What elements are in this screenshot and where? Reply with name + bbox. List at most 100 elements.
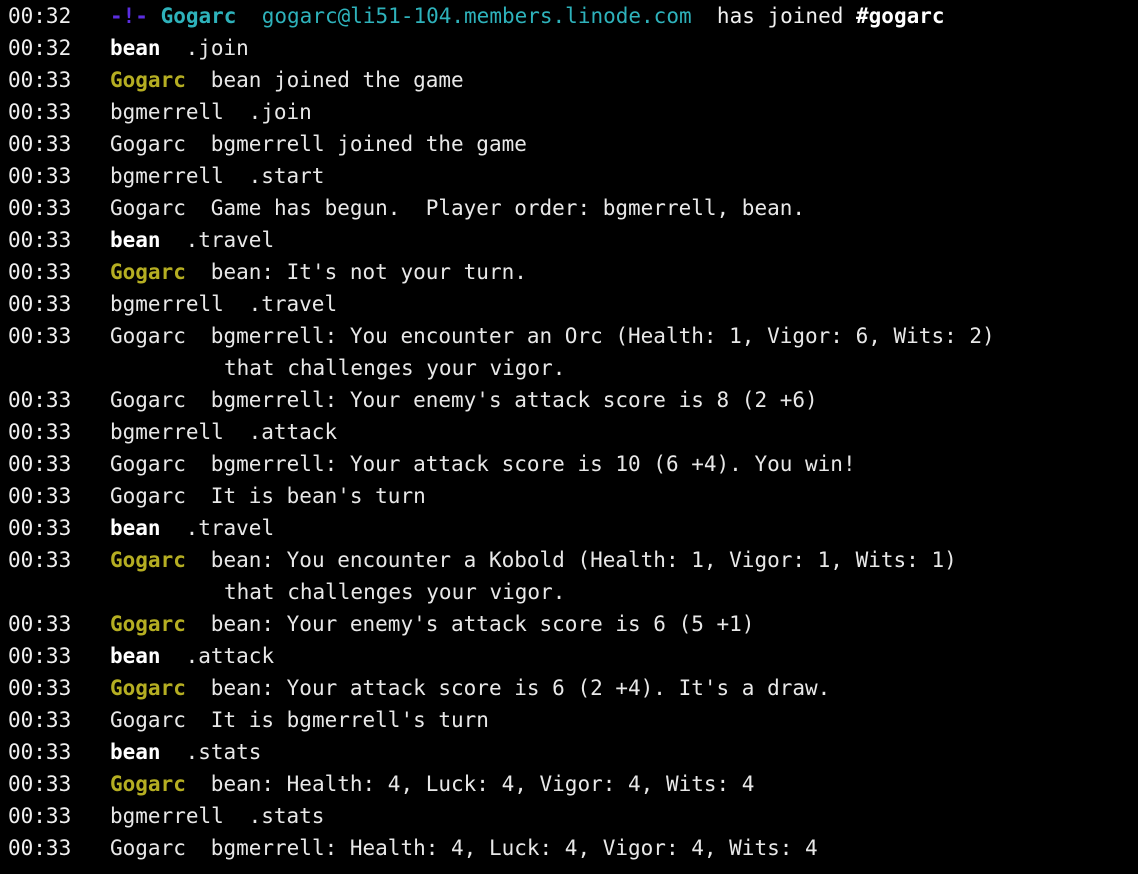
irc-chat-log[interactable]: 00:32 -!- Gogarc gogarc@li51-104.members.… bbox=[0, 0, 1138, 874]
chat-message-line: 00:33 Gogarc bean joined the game bbox=[0, 64, 1138, 96]
line-timestamp: 00:32 bbox=[8, 36, 72, 60]
message-text: .attack bbox=[248, 420, 338, 444]
chat-message-line: 00:33 Gogarc bean: It's not your turn. bbox=[0, 256, 1138, 288]
message-nick[interactable]: Gogarc bbox=[110, 832, 211, 864]
message-text: Game has begun. Player order: bgmerrell,… bbox=[210, 196, 806, 220]
message-nick[interactable]: bgmerrell bbox=[110, 800, 249, 832]
line-timestamp: 00:33 bbox=[8, 836, 72, 860]
message-nick[interactable]: Gogarc bbox=[110, 384, 211, 416]
chat-message-line: 00:33 bean .stats bbox=[0, 736, 1138, 768]
chat-message-line: 00:33 bean .travel bbox=[0, 512, 1138, 544]
join-nick: Gogarc bbox=[160, 4, 237, 28]
line-timestamp: 00:33 bbox=[8, 516, 72, 540]
message-text: It is bgmerrell's turn bbox=[210, 708, 489, 732]
message-nick[interactable]: bean bbox=[110, 640, 186, 672]
message-continuation-line: that challenges your vigor. bbox=[0, 352, 1138, 384]
line-timestamp: 00:33 bbox=[8, 228, 72, 252]
message-nick[interactable]: Gogarc bbox=[110, 672, 211, 704]
message-text: that challenges your vigor. bbox=[224, 356, 566, 380]
line-timestamp: 00:33 bbox=[8, 100, 72, 124]
line-timestamp: 00:33 bbox=[8, 452, 72, 476]
message-nick[interactable]: bean bbox=[110, 512, 186, 544]
message-nick[interactable]: Gogarc bbox=[110, 256, 211, 288]
message-text: bgmerrell: Your enemy's attack score is … bbox=[210, 388, 818, 412]
message-text: .attack bbox=[185, 644, 275, 668]
chat-message-line: 00:33 Gogarc bean: Your enemy's attack sco… bbox=[0, 608, 1138, 640]
message-text: bgmerrell: Health: 4, Luck: 4, Vigor: 4,… bbox=[210, 836, 818, 860]
message-text: bgmerrell joined the game bbox=[210, 132, 527, 156]
join-prefix-icon: -!- bbox=[110, 4, 148, 28]
message-text: .travel bbox=[185, 228, 275, 252]
message-text: bean joined the game bbox=[210, 68, 464, 92]
chat-message-line: 00:33 bean .travel bbox=[0, 224, 1138, 256]
join-channel: #gogarc bbox=[856, 4, 945, 28]
message-nick[interactable]: bean bbox=[110, 32, 186, 64]
chat-message-line: 00:33 bgmerrell .start bbox=[0, 160, 1138, 192]
message-text: It is bean's turn bbox=[210, 484, 426, 508]
message-nick[interactable]: bgmerrell bbox=[110, 160, 249, 192]
chat-message-line: 00:33 Gogarc bean: You encounter a Kobold … bbox=[0, 544, 1138, 576]
message-nick[interactable]: bgmerrell bbox=[110, 416, 249, 448]
message-text: bean: Your attack score is 6 (2 +4). It'… bbox=[210, 676, 831, 700]
message-text: .stats bbox=[185, 740, 262, 764]
chat-message-line: 00:33 Gogarc bgmerrell: Your attack score … bbox=[0, 448, 1138, 480]
line-timestamp: 00:33 bbox=[8, 548, 72, 572]
message-text: bean: You encounter a Kobold (Health: 1,… bbox=[210, 548, 957, 572]
line-timestamp: 00:33 bbox=[8, 292, 72, 316]
chat-message-line: 00:33 bgmerrell .join bbox=[0, 96, 1138, 128]
join-message-body: -!- Gogarc gogarc@li51-104.members.linod… bbox=[110, 0, 945, 32]
join-hostmask: gogarc@li51-104.members.linode.com bbox=[261, 4, 692, 28]
message-nick[interactable]: Gogarc bbox=[110, 448, 211, 480]
chat-message-line: 00:33 Gogarc bgmerrell: Health: 4, Luck: 4… bbox=[0, 832, 1138, 864]
line-timestamp: 00:33 bbox=[8, 196, 72, 220]
join-action-text: has joined bbox=[716, 4, 844, 28]
chat-message-line: 00:32 bean .join bbox=[0, 32, 1138, 64]
message-text: bgmerrell: Your attack score is 10 (6 +4… bbox=[210, 452, 856, 476]
line-timestamp: 00:33 bbox=[8, 644, 72, 668]
chat-message-line: 00:33 Gogarc bgmerrell: Your enemy's attac… bbox=[0, 384, 1138, 416]
chat-message-line: 00:33 Gogarc It is bgmerrell's turn bbox=[0, 704, 1138, 736]
line-timestamp: 00:33 bbox=[8, 676, 72, 700]
chat-message-line: 00:33 bgmerrell .attack bbox=[0, 416, 1138, 448]
chat-message-line: 00:33 Gogarc bgmerrell: You encounter an O… bbox=[0, 320, 1138, 352]
message-nick[interactable]: Gogarc bbox=[110, 64, 211, 96]
message-text: bean: It's not your turn. bbox=[210, 260, 527, 284]
message-text: .stats bbox=[248, 804, 325, 828]
chat-message-line: 00:33 bean .attack bbox=[0, 640, 1138, 672]
message-nick[interactable]: Gogarc bbox=[110, 128, 211, 160]
line-timestamp: 00:32 bbox=[8, 4, 72, 28]
message-nick[interactable]: Gogarc bbox=[110, 192, 211, 224]
message-text: that challenges your vigor. bbox=[224, 580, 566, 604]
message-text: .join bbox=[185, 36, 249, 60]
message-nick[interactable]: Gogarc bbox=[110, 480, 211, 512]
message-nick[interactable]: bean bbox=[110, 224, 186, 256]
line-timestamp: 00:33 bbox=[8, 804, 72, 828]
line-timestamp: 00:33 bbox=[8, 388, 72, 412]
message-nick[interactable]: bean bbox=[110, 736, 186, 768]
chat-message-line: 00:33 bgmerrell .travel bbox=[0, 288, 1138, 320]
message-text: bgmerrell: You encounter an Orc (Health:… bbox=[210, 324, 995, 348]
message-nick[interactable]: Gogarc bbox=[110, 320, 211, 352]
line-timestamp: 00:33 bbox=[8, 708, 72, 732]
line-timestamp: 00:33 bbox=[8, 612, 72, 636]
message-nick[interactable]: Gogarc bbox=[110, 704, 211, 736]
message-nick[interactable]: Gogarc bbox=[110, 768, 211, 800]
line-timestamp: 00:33 bbox=[8, 260, 72, 284]
chat-message-line: 00:33 Gogarc bgmerrell joined the game bbox=[0, 128, 1138, 160]
chat-message-line: 00:33 Gogarc Game has begun. Player order:… bbox=[0, 192, 1138, 224]
message-nick[interactable]: Gogarc bbox=[110, 544, 211, 576]
message-nick[interactable]: bgmerrell bbox=[110, 288, 249, 320]
line-timestamp: 00:33 bbox=[8, 68, 72, 92]
line-timestamp: 00:33 bbox=[8, 772, 72, 796]
chat-message-line: 00:33 Gogarc It is bean's turn bbox=[0, 480, 1138, 512]
join-message-line: 00:32 -!- Gogarc gogarc@li51-104.members.… bbox=[0, 0, 1138, 32]
line-timestamp: 00:33 bbox=[8, 324, 72, 348]
line-timestamp: 00:33 bbox=[8, 740, 72, 764]
message-text: .start bbox=[248, 164, 325, 188]
message-text: .join bbox=[248, 100, 312, 124]
message-text: bean: Health: 4, Luck: 4, Vigor: 4, Wits… bbox=[210, 772, 755, 796]
message-nick[interactable]: Gogarc bbox=[110, 608, 211, 640]
message-nick[interactable]: bgmerrell bbox=[110, 96, 249, 128]
message-text: .travel bbox=[185, 516, 275, 540]
message-continuation-line: that challenges your vigor. bbox=[0, 576, 1138, 608]
